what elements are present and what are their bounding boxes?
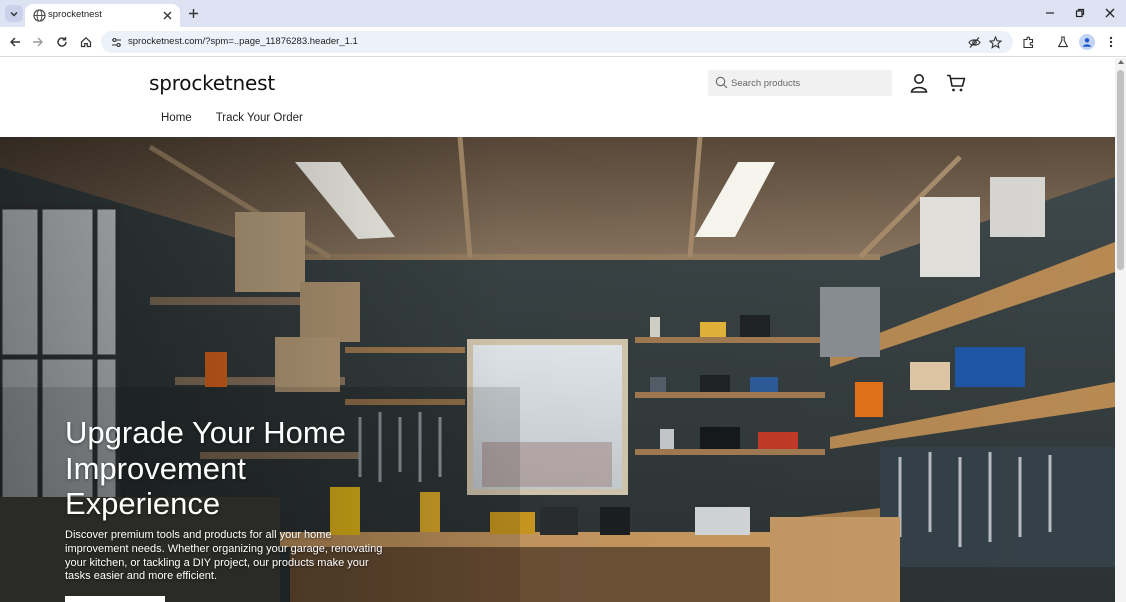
hero-cta-button[interactable] (65, 596, 165, 602)
globe-icon (33, 9, 46, 22)
eye-off-icon (967, 36, 981, 48)
cart-button[interactable] (945, 72, 967, 94)
tracking-protection-button[interactable] (967, 35, 981, 49)
kebab-menu-icon (1109, 36, 1113, 48)
minimize-icon (1046, 12, 1054, 14)
chevron-down-icon (10, 11, 18, 17)
site-info-button[interactable] (109, 35, 123, 49)
page-viewport: sprocketnest Home Track Your Order (0, 58, 1115, 602)
star-icon (988, 35, 1002, 49)
page-scrollbar[interactable] (1115, 58, 1126, 602)
browser-menu-button[interactable] (1103, 34, 1119, 50)
hero-description: Discover premium tools and products for … (65, 529, 383, 583)
puzzle-icon (1022, 36, 1033, 48)
tune-icon (111, 37, 121, 47)
close-window-button[interactable] (1103, 6, 1117, 20)
search-icon (715, 76, 728, 89)
plus-icon (188, 8, 198, 18)
account-button[interactable] (908, 72, 930, 94)
product-search[interactable] (708, 70, 892, 96)
bookmark-button[interactable] (988, 35, 1002, 49)
scroll-up-arrow[interactable] (1118, 60, 1124, 64)
url-text[interactable]: sprocketnest.com/?spm=..page_11876283.he… (128, 36, 358, 48)
tab-title: sprocketnest (48, 9, 102, 20)
site-logo[interactable]: sprocketnest (149, 71, 275, 95)
close-icon (1105, 8, 1115, 18)
forward-button[interactable] (30, 34, 46, 50)
tab-search-button[interactable] (5, 5, 23, 22)
profile-button[interactable] (1079, 34, 1095, 50)
back-arrow-icon (10, 37, 20, 47)
browser-toolbar: sprocketnest.com/?spm=..page_11876283.he… (0, 27, 1126, 57)
minimize-button[interactable] (1043, 6, 1057, 20)
close-tab-button[interactable] (160, 8, 174, 22)
home-button[interactable] (78, 34, 94, 50)
restore-button[interactable] (1073, 6, 1087, 20)
avatar-icon (1082, 38, 1092, 47)
search-input[interactable] (731, 70, 886, 96)
extensions-button[interactable] (1020, 34, 1036, 50)
restore-icon (1075, 8, 1085, 18)
hero-title: Upgrade Your Home Improvement Experience (65, 415, 346, 521)
browser-tabstrip: sprocketnest (0, 0, 1126, 27)
reload-icon (57, 37, 67, 47)
address-bar[interactable]: sprocketnest.com/?spm=..page_11876283.he… (101, 31, 1013, 53)
cart-icon (947, 74, 966, 92)
scroll-thumb[interactable] (1117, 70, 1124, 270)
hero-banner: Upgrade Your Home Improvement Experience… (0, 137, 1115, 602)
flask-icon (1057, 36, 1069, 48)
nav-link-home[interactable]: Home (161, 112, 192, 124)
close-icon (163, 11, 171, 19)
back-button[interactable] (7, 34, 23, 50)
labs-button[interactable] (1055, 34, 1071, 50)
nav-link-track-order[interactable]: Track Your Order (216, 112, 303, 124)
home-icon (80, 36, 92, 48)
new-tab-button[interactable] (185, 5, 201, 21)
browser-tab-active[interactable]: sprocketnest (25, 4, 180, 27)
main-nav: Home Track Your Order (161, 112, 303, 124)
forward-arrow-icon (33, 37, 43, 47)
reload-button[interactable] (54, 34, 70, 50)
user-icon (910, 74, 928, 93)
site-header: sprocketnest Home Track Your Order (0, 58, 1115, 137)
